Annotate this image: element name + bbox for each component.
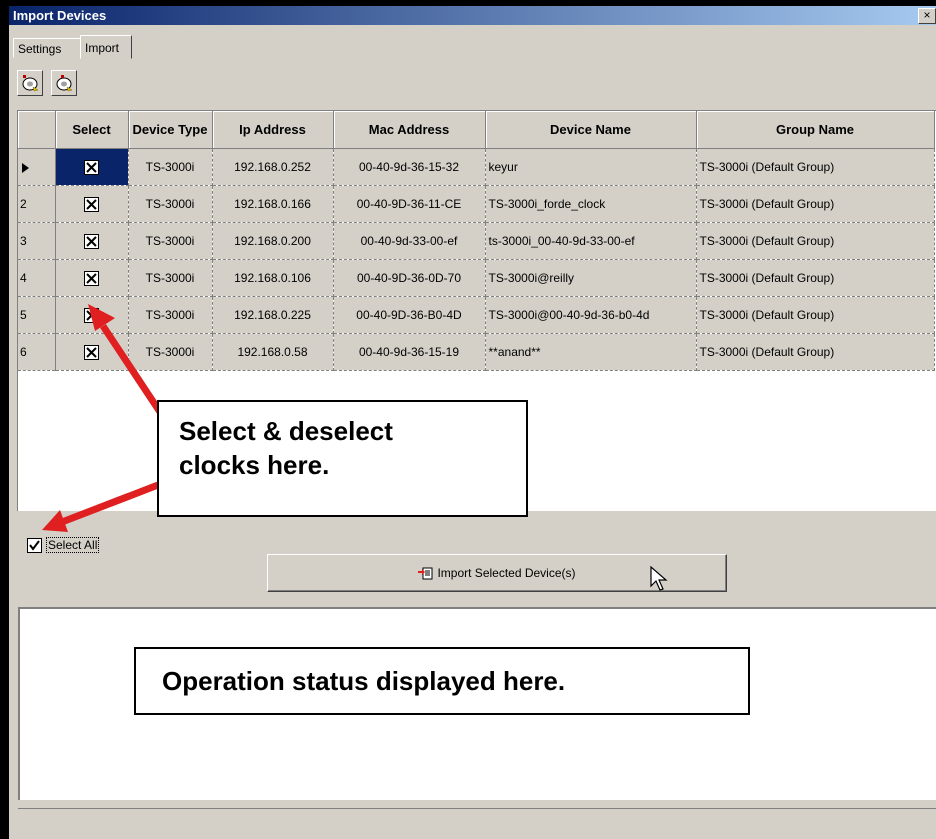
device-name-cell[interactable]: TS-3000i@00-40-9d-36-b0-4d [485, 296, 697, 334]
mac-address-cell[interactable]: 00-40-9D-36-B0-4D [333, 296, 486, 334]
callout-select-line-2: clocks here. [179, 450, 330, 480]
close-button[interactable]: × [918, 8, 936, 24]
ip-address-cell[interactable]: 192.168.0.200 [212, 222, 334, 260]
group-name-cell[interactable]: TS-3000i (Default Group) [696, 185, 935, 223]
table-row[interactable]: 5 TS-3000i 192.168.0.225 00-40-9D-36-B0-… [18, 296, 935, 334]
remove-device-button[interactable] [51, 70, 77, 96]
add-device-icon [22, 75, 39, 92]
row-header[interactable]: 6 [18, 333, 56, 371]
row-header[interactable] [18, 148, 56, 186]
tab-settings[interactable]: Settings [13, 38, 81, 58]
table-row[interactable]: 2 TS-3000i 192.168.0.166 00-40-9D-36-11-… [18, 185, 935, 223]
device-type-cell[interactable]: TS-3000i [128, 222, 213, 260]
mac-address-cell[interactable]: 00-40-9D-36-11-CE [333, 185, 486, 223]
close-icon: × [923, 8, 931, 22]
mac-address-cell[interactable]: 00-40-9d-36-15-19 [333, 333, 486, 371]
mac-address-cell[interactable]: 00-40-9d-36-15-32 [333, 148, 486, 186]
select-cell[interactable] [55, 259, 129, 297]
column-header-row [18, 111, 56, 149]
mac-address-cell[interactable]: 00-40-9D-36-0D-70 [333, 259, 486, 297]
table-header-row: Select Device Type Ip Address Mac Addres… [18, 111, 935, 149]
title-bar: Import Devices × [9, 6, 936, 25]
select-cell[interactable] [55, 333, 129, 371]
table-row[interactable]: 4 TS-3000i 192.168.0.106 00-40-9D-36-0D-… [18, 259, 935, 297]
ip-address-cell[interactable]: 192.168.0.58 [212, 333, 334, 371]
select-all-label[interactable]: Select All [46, 537, 100, 553]
row-header[interactable]: 3 [18, 222, 56, 260]
add-device-button[interactable] [17, 70, 43, 96]
current-row-pointer-icon [22, 162, 29, 173]
row-header[interactable]: 4 [18, 259, 56, 297]
column-header-mac-address[interactable]: Mac Address [333, 111, 486, 149]
ip-address-cell[interactable]: 192.168.0.225 [212, 296, 334, 334]
ip-address-cell[interactable]: 192.168.0.166 [212, 185, 334, 223]
select-cell[interactable] [55, 296, 129, 334]
callout-operation-status: Operation status displayed here. [134, 647, 750, 715]
column-header-ip-address[interactable]: Ip Address [212, 111, 334, 149]
import-icon [418, 567, 433, 580]
device-name-cell[interactable]: TS-3000i@reilly [485, 259, 697, 297]
tab-settings-label: Settings [18, 42, 62, 56]
device-type-cell[interactable]: TS-3000i [128, 148, 213, 186]
device-name-cell[interactable]: keyur [485, 148, 697, 186]
ip-address-cell[interactable]: 192.168.0.252 [212, 148, 334, 186]
ip-address-cell[interactable]: 192.168.0.106 [212, 259, 334, 297]
device-type-cell[interactable]: TS-3000i [128, 296, 213, 334]
remove-device-icon [56, 75, 73, 92]
group-name-cell[interactable]: TS-3000i (Default Group) [696, 296, 935, 334]
group-name-cell[interactable]: TS-3000i (Default Group) [696, 259, 935, 297]
devices-table: Select Device Type Ip Address Mac Addres… [18, 111, 935, 371]
device-type-cell[interactable]: TS-3000i [128, 333, 213, 371]
column-header-select[interactable]: Select [55, 111, 129, 149]
window-title: Import Devices [13, 8, 107, 23]
device-name-cell[interactable]: ts-3000i_00-40-9d-33-00-ef [485, 222, 697, 260]
column-header-group-name[interactable]: Group Name [696, 111, 935, 149]
select-all-checkbox[interactable] [27, 537, 42, 553]
import-button-label: Import Selected Device(s) [437, 566, 576, 580]
select-checkbox[interactable] [84, 270, 99, 286]
group-name-cell[interactable]: TS-3000i (Default Group) [696, 222, 935, 260]
select-cell[interactable] [55, 148, 129, 186]
status-bar [18, 808, 936, 839]
column-header-device-type[interactable]: Device Type [128, 111, 213, 149]
callout-status-text: Operation status displayed here. [162, 666, 566, 696]
table-row[interactable]: 6 TS-3000i 192.168.0.58 00-40-9d-36-15-1… [18, 333, 935, 371]
mac-address-cell[interactable]: 00-40-9d-33-00-ef [333, 222, 486, 260]
group-name-cell[interactable]: TS-3000i (Default Group) [696, 333, 935, 371]
select-checkbox[interactable] [84, 196, 99, 212]
device-name-cell[interactable]: TS-3000i_forde_clock [485, 185, 697, 223]
table-row[interactable]: 3 TS-3000i 192.168.0.200 00-40-9d-33-00-… [18, 222, 935, 260]
row-header[interactable]: 5 [18, 296, 56, 334]
group-name-cell[interactable]: TS-3000i (Default Group) [696, 148, 935, 186]
callout-select-clocks: Select & deselect clocks here. [157, 400, 528, 517]
mouse-cursor-icon [650, 566, 668, 591]
tab-import-label: Import [85, 41, 120, 55]
select-checkbox[interactable] [84, 344, 99, 360]
tab-import[interactable]: Import [80, 35, 132, 59]
select-checkbox[interactable] [84, 233, 99, 249]
select-cell[interactable] [55, 222, 129, 260]
column-header-device-name[interactable]: Device Name [485, 111, 697, 149]
device-name-cell[interactable]: **anand** [485, 333, 697, 371]
select-cell[interactable] [55, 185, 129, 223]
device-type-cell[interactable]: TS-3000i [128, 259, 213, 297]
callout-select-line-1: Select & deselect [179, 416, 393, 446]
select-all-control[interactable]: Select All [27, 537, 100, 553]
device-type-cell[interactable]: TS-3000i [128, 185, 213, 223]
row-header[interactable]: 2 [18, 185, 56, 223]
table-row[interactable]: TS-3000i 192.168.0.252 00-40-9d-36-15-32… [18, 148, 935, 186]
select-checkbox[interactable] [84, 159, 99, 175]
select-checkbox[interactable] [84, 307, 99, 323]
